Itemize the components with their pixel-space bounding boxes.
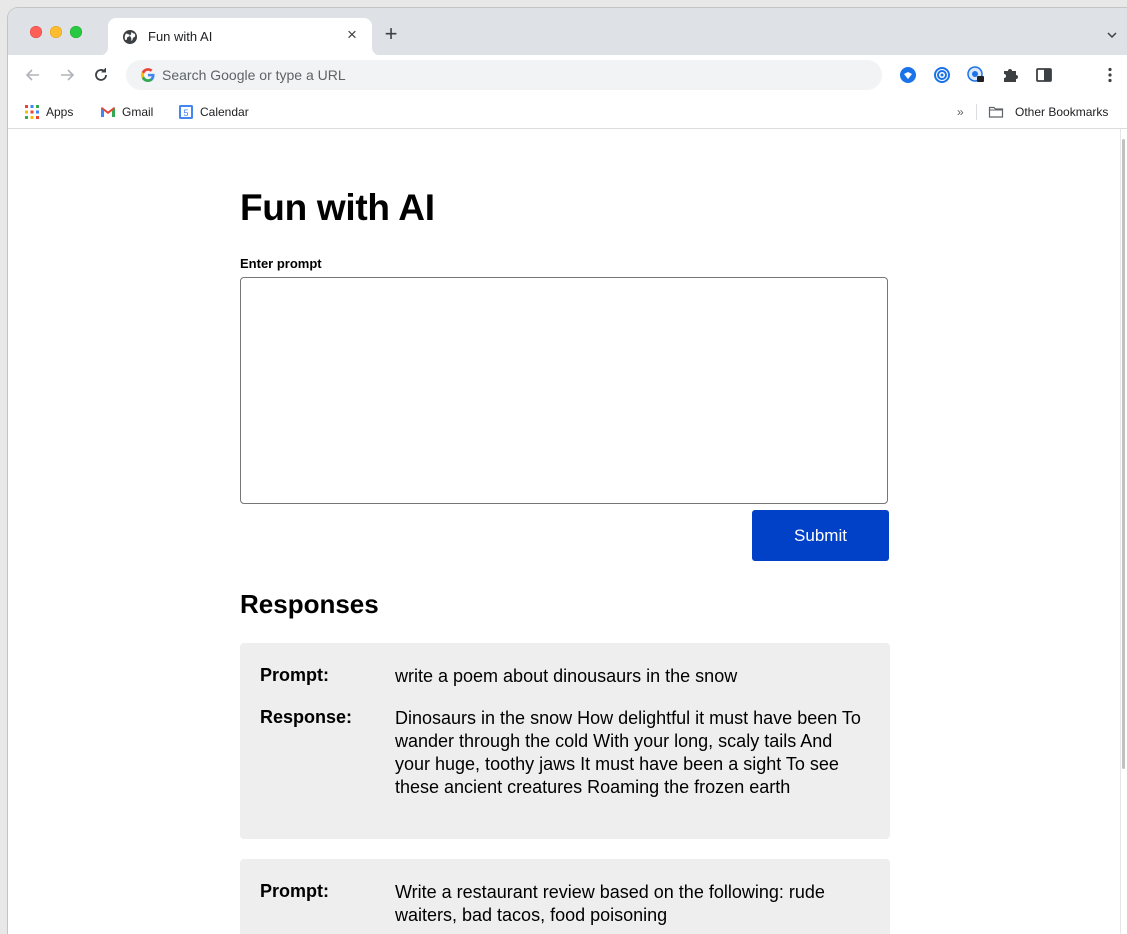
- back-arrow-icon[interactable]: [22, 64, 44, 86]
- page-title: Fun with AI: [240, 187, 435, 228]
- google-g-icon: [141, 68, 155, 82]
- responses-heading: Responses: [240, 589, 379, 619]
- bookmark-label: Calendar: [200, 105, 249, 119]
- calendar-badge: 5: [183, 108, 188, 118]
- gmail-icon: [101, 107, 115, 117]
- window-minimize-button[interactable]: [50, 26, 62, 38]
- window-close-button[interactable]: [30, 26, 42, 38]
- response-card: Prompt: write a poem about dinousaurs in…: [240, 643, 890, 839]
- scrollbar-thumb[interactable]: [1122, 139, 1125, 769]
- extension-spiral-icon[interactable]: [932, 65, 952, 85]
- extension-lock-icon[interactable]: [966, 65, 986, 85]
- extension-shield-icon[interactable]: [898, 65, 918, 85]
- prompt-key: Prompt:: [260, 665, 329, 685]
- calendar-icon: 5: [179, 105, 193, 119]
- response-text: Dinosaurs in the snow How delightful it …: [395, 708, 861, 797]
- bookmark-calendar[interactable]: 5 Calendar: [178, 103, 262, 121]
- chevron-down-icon[interactable]: [1105, 28, 1119, 42]
- extensions-puzzle-icon[interactable]: [1000, 65, 1020, 85]
- response-key: Response:: [260, 707, 353, 727]
- reload-icon[interactable]: [90, 64, 112, 86]
- other-bookmarks-label: Other Bookmarks: [1015, 105, 1109, 119]
- tab-close-icon[interactable]: ×: [342, 25, 362, 45]
- apps-grid-icon: [25, 105, 39, 119]
- new-tab-button[interactable]: +: [380, 23, 402, 46]
- forward-arrow-icon[interactable]: [56, 64, 78, 86]
- submit-button[interactable]: Submit: [752, 510, 889, 561]
- bookmarks-divider: [976, 104, 977, 120]
- prompt-label: Enter prompt: [240, 256, 322, 271]
- address-placeholder: Search Google or type a URL: [162, 67, 346, 83]
- page-scrollbar[interactable]: [1120, 129, 1127, 934]
- tab-strip: Fun with AI × +: [8, 8, 1127, 55]
- side-panel-icon[interactable]: [1034, 65, 1054, 85]
- prompt-textarea[interactable]: [240, 277, 888, 504]
- bookmarks-bar: Apps Gmail 5 Calendar » Other Bookmarks: [8, 95, 1127, 129]
- globe-icon: [123, 30, 137, 44]
- address-bar[interactable]: Search Google or type a URL: [126, 60, 882, 90]
- bookmarks-overflow-button[interactable]: »: [957, 103, 969, 121]
- browser-window: Fun with AI × + Search Google or type a …: [8, 8, 1127, 934]
- more-menu-icon[interactable]: [1100, 65, 1120, 85]
- window-maximize-button[interactable]: [70, 26, 82, 38]
- prompt-text: write a poem about dinousaurs in the sno…: [395, 666, 738, 686]
- bookmark-label: Apps: [46, 105, 74, 119]
- bookmark-gmail[interactable]: Gmail: [100, 103, 166, 121]
- bookmark-label: Gmail: [122, 105, 154, 119]
- tab-title: Fun with AI: [148, 29, 213, 44]
- bookmark-apps[interactable]: Apps: [24, 103, 86, 121]
- other-bookmarks-button[interactable]: Other Bookmarks: [988, 103, 1122, 121]
- page-viewport: Fun with AI Enter prompt Submit Response…: [8, 129, 1121, 934]
- browser-toolbar: Search Google or type a URL: [8, 55, 1127, 95]
- response-card: Prompt: Write a restaurant review based …: [240, 859, 890, 934]
- tab-fun-with-ai[interactable]: Fun with AI ×: [100, 18, 380, 55]
- folder-icon: [988, 106, 1004, 118]
- prompt-key: Prompt:: [260, 881, 329, 901]
- prompt-text: Write a restaurant review based on the f…: [395, 882, 825, 925]
